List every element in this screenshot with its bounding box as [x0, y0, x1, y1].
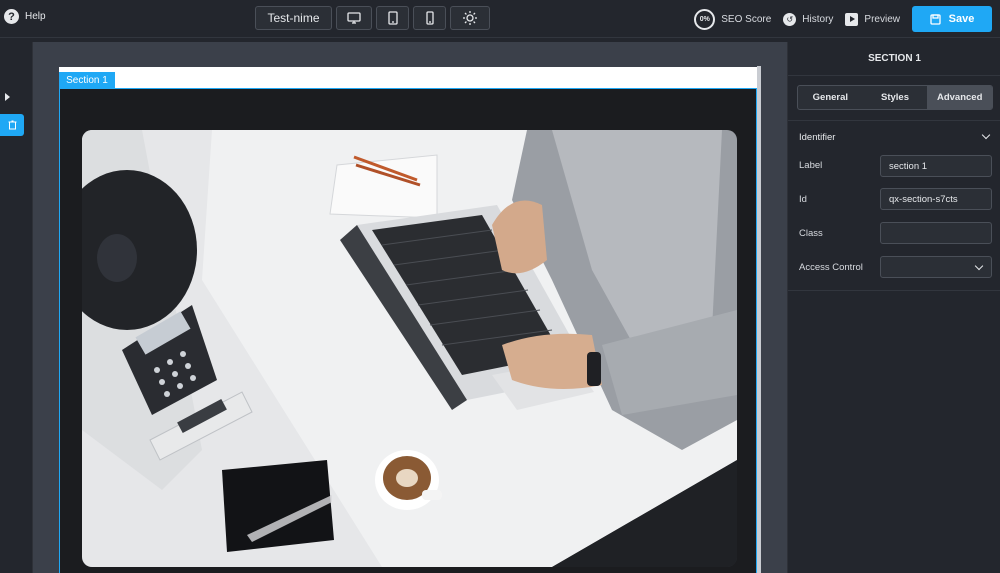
identifier-group-title[interactable]: Identifier [799, 132, 835, 143]
access-control-select[interactable] [880, 256, 992, 278]
save-label: Save [948, 13, 975, 25]
tablet-view-button[interactable] [376, 6, 409, 30]
id-field-label: Id [799, 194, 807, 205]
seo-score-ring: 0% [694, 8, 716, 30]
chevron-down-icon[interactable] [981, 130, 991, 140]
mobile-icon [425, 11, 434, 25]
tab-styles[interactable]: Styles [863, 86, 928, 109]
save-button[interactable]: Save [912, 6, 992, 32]
label-input[interactable]: section 1 [880, 155, 992, 177]
theme-toggle-button[interactable] [450, 6, 490, 30]
panel-divider [788, 290, 1000, 291]
workspace-photo [82, 130, 737, 567]
top-toolbar: ? Help Test-nime 0% SEO Score ↺ History … [0, 0, 1000, 38]
mobile-view-button[interactable] [413, 6, 446, 30]
question-icon: ? [4, 9, 19, 24]
seo-score-label: SEO Score [721, 13, 772, 25]
history-label: History [802, 13, 834, 25]
help-label: Help [25, 11, 46, 22]
history-icon: ↺ [783, 12, 797, 26]
section-block[interactable] [59, 88, 757, 573]
label-field-label: Label [799, 160, 823, 171]
tab-advanced[interactable]: Advanced [927, 86, 992, 109]
panel-divider [788, 120, 1000, 121]
id-input[interactable]: qx-section-s7cts [880, 188, 992, 210]
section-tag[interactable]: Section 1 [59, 72, 115, 88]
tablet-icon [387, 11, 398, 25]
canvas-scrollbar[interactable] [757, 66, 761, 573]
class-input[interactable] [880, 222, 992, 244]
topbar-actions: 0% SEO Score ↺ History Preview Save [694, 6, 992, 32]
properties-panel: SECTION 1 General Styles Advanced Identi… [787, 42, 1000, 573]
desktop-view-button[interactable] [336, 6, 372, 30]
floppy-icon [929, 13, 941, 25]
seo-score-button[interactable]: 0% SEO Score [694, 8, 772, 30]
history-button[interactable]: ↺ History [783, 12, 834, 26]
expand-arrow-icon[interactable] [5, 93, 10, 101]
left-sidebar [0, 42, 33, 573]
page-title-button[interactable]: Test-nime [255, 6, 332, 30]
desktop-icon [347, 12, 361, 24]
hero-image[interactable] [82, 130, 737, 567]
preview-button[interactable]: Preview [845, 12, 900, 26]
help-button[interactable]: ? Help [4, 9, 46, 24]
preview-label: Preview [864, 13, 900, 25]
chevron-down-icon [974, 261, 984, 271]
panel-tabs: General Styles Advanced [797, 85, 993, 110]
panel-title: SECTION 1 [788, 42, 1000, 76]
delete-button[interactable] [0, 114, 24, 136]
tab-general[interactable]: General [798, 86, 863, 109]
play-icon [845, 12, 859, 26]
sun-icon [463, 11, 477, 25]
device-toolbar: Test-nime [255, 6, 490, 30]
trash-icon [8, 120, 16, 130]
access-control-label: Access Control [799, 262, 863, 273]
class-field-label: Class [799, 228, 823, 239]
